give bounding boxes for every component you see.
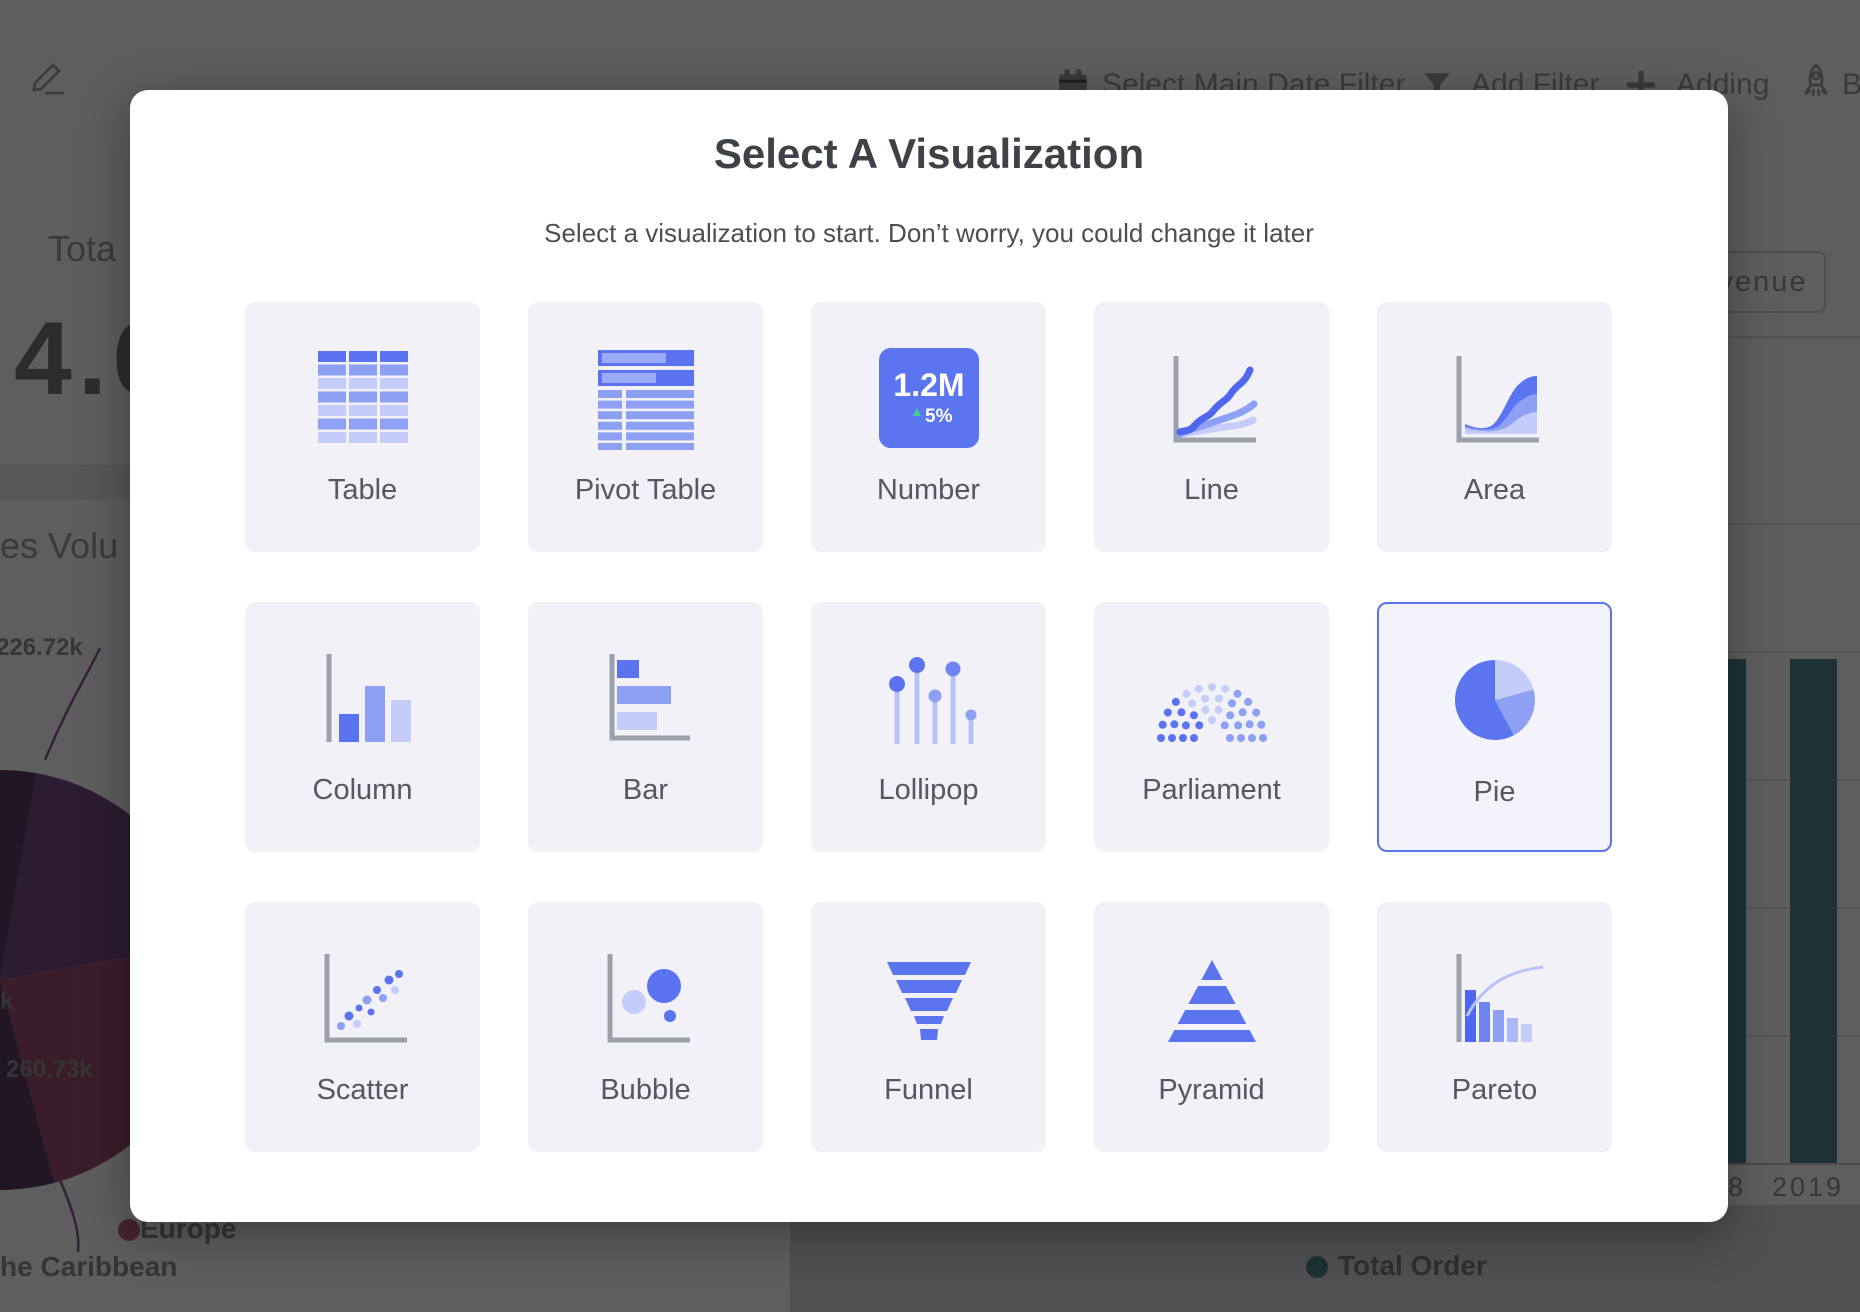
number-icon: 1.2M 5% (811, 346, 1046, 450)
number-icon-value: 1.2M (893, 367, 964, 403)
bubble-icon (528, 946, 763, 1050)
viz-option-label: Area (1377, 474, 1612, 507)
viz-option-label: Funnel (811, 1074, 1046, 1107)
viz-option-label: Pivot Table (528, 474, 763, 507)
viz-option-label: Bubble (528, 1074, 763, 1107)
viz-option-pie[interactable]: Pie (1377, 602, 1612, 852)
viz-option-lollipop[interactable]: Lollipop (811, 602, 1046, 852)
viz-option-parliament[interactable]: Parliament (1094, 602, 1329, 852)
viz-option-label: Number (811, 474, 1046, 507)
modal-title: Select A Visualization (130, 130, 1728, 178)
viz-option-pareto[interactable]: Pareto (1377, 902, 1612, 1152)
column-icon (245, 646, 480, 750)
viz-option-label: Column (245, 774, 480, 807)
viz-option-pivot-table[interactable]: Pivot Table (528, 302, 763, 552)
visualization-grid: Table Pivot Table (245, 302, 1612, 1152)
viz-option-label: Scatter (245, 1074, 480, 1107)
viz-option-line[interactable]: Line (1094, 302, 1329, 552)
area-icon (1377, 346, 1612, 450)
scatter-icon (245, 946, 480, 1050)
viz-option-table[interactable]: Table (245, 302, 480, 552)
viz-option-bubble[interactable]: Bubble (528, 902, 763, 1152)
pareto-icon (1377, 946, 1612, 1050)
viz-option-label: Lollipop (811, 774, 1046, 807)
viz-option-bar[interactable]: Bar (528, 602, 763, 852)
viz-option-label: Parliament (1094, 774, 1329, 807)
lollipop-icon (811, 646, 1046, 750)
viz-option-label: Pyramid (1094, 1074, 1329, 1107)
viz-option-area[interactable]: Area (1377, 302, 1612, 552)
select-visualization-modal: Select A Visualization Select a visualiz… (130, 90, 1728, 1222)
number-icon-delta: 5% (925, 406, 953, 427)
viz-option-scatter[interactable]: Scatter (245, 902, 480, 1152)
modal-subtitle: Select a visualization to start. Don’t w… (130, 218, 1728, 249)
viz-option-label: Pie (1379, 776, 1610, 809)
bar-icon (528, 646, 763, 750)
funnel-icon (811, 946, 1046, 1050)
table-icon (245, 346, 480, 450)
pivot-table-icon (528, 346, 763, 450)
viz-option-pyramid[interactable]: Pyramid (1094, 902, 1329, 1152)
viz-option-label: Table (245, 474, 480, 507)
parliament-icon (1094, 646, 1329, 750)
pyramid-icon (1094, 946, 1329, 1050)
viz-option-number[interactable]: 1.2M 5% Number (811, 302, 1046, 552)
line-icon (1094, 346, 1329, 450)
viz-option-column[interactable]: Column (245, 602, 480, 852)
viz-option-label: Pareto (1377, 1074, 1612, 1107)
viz-option-label: Bar (528, 774, 763, 807)
pie-icon (1379, 648, 1610, 752)
viz-option-funnel[interactable]: Funnel (811, 902, 1046, 1152)
viz-option-label: Line (1094, 474, 1329, 507)
